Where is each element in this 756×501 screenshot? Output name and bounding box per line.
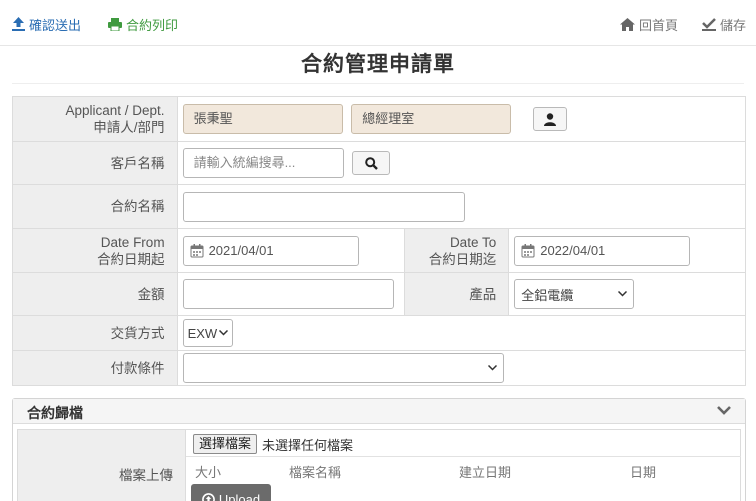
contract-name-cell — [176, 184, 747, 229]
submit-label: 確認送出 — [29, 17, 82, 33]
chevron-down-icon — [487, 365, 497, 371]
applicant-dept-field: 總經理室 — [351, 104, 512, 134]
upload-button[interactable]: Upload — [191, 484, 271, 501]
upload-button-label: Upload — [218, 491, 261, 501]
chevron-down-icon — [218, 330, 228, 336]
applicant-label-en: Applicant / Dept. — [65, 103, 165, 118]
no-file-text: 未選擇任何檔案 — [262, 437, 354, 453]
contract-name-input[interactable] — [182, 191, 465, 222]
product-cell: 全鋁電纜 — [508, 272, 746, 316]
user-icon — [543, 113, 556, 126]
check-icon — [702, 17, 716, 31]
amount-cell — [176, 272, 405, 316]
product-select-value: 全鋁電纜 — [521, 287, 574, 303]
save-button[interactable]: 儲存 — [702, 15, 746, 33]
payment-cell — [176, 350, 747, 386]
file-table-header: 大小 檔案名稱 建立日期 日期 — [186, 456, 741, 480]
date-to-value: 2022/04/01 — [540, 243, 606, 258]
date-to-label-zh: 合約日期迄 — [428, 251, 497, 267]
calendar-icon — [190, 243, 204, 257]
submit-button[interactable]: 確認送出 — [12, 15, 81, 33]
date-from-label-en: Date From — [100, 234, 165, 250]
date-to-label: Date To 合約日期迄 — [403, 228, 510, 273]
archive-panel-header[interactable]: 合約歸檔 — [13, 399, 745, 424]
applicant-label: Applicant / Dept. 申請人/部門 — [12, 96, 178, 142]
customer-search-input[interactable]: 請輸入統編搜尋... — [182, 148, 344, 178]
toolbar: 確認送出 合約列印 回首頁 儲存 — [0, 0, 756, 46]
upload-label-cell: 檔案上傳 — [18, 430, 186, 501]
payment-select[interactable] — [182, 353, 504, 383]
print-button[interactable]: 合約列印 — [108, 15, 178, 33]
product-label: 產品 — [403, 272, 510, 316]
customer-label: 客戶名稱 — [12, 141, 178, 185]
column-header-created: 建立日期 — [459, 465, 512, 480]
column-header-size: 大小 — [195, 465, 222, 480]
chevron-down-icon — [618, 291, 628, 297]
choose-file-button[interactable]: 選擇檔案 — [193, 434, 258, 454]
customer-cell: 請輸入統編搜尋... — [176, 141, 747, 185]
amount-label: 金額 — [12, 272, 178, 316]
archive-panel: 合約歸檔 檔案上傳 選擇檔案 未選擇任何檔案 大小 檔案名稱 建立日期 日期 U… — [12, 398, 746, 501]
delivery-select[interactable]: EXW — [182, 319, 233, 347]
date-to-cell: 2022/04/01 — [508, 228, 746, 273]
home-icon — [620, 17, 635, 31]
column-header-date: 日期 — [630, 465, 657, 480]
select-user-button[interactable] — [532, 107, 567, 131]
applicant-name-field: 張秉聖 — [182, 104, 343, 134]
applicant-label-zh: 申請人/部門 — [93, 120, 165, 135]
calendar-icon — [521, 243, 535, 257]
date-from-value: 2021/04/01 — [208, 243, 274, 258]
date-to-input[interactable]: 2022/04/01 — [514, 235, 691, 266]
search-icon — [364, 157, 378, 170]
file-picker: 選擇檔案 未選擇任何檔案 — [193, 434, 353, 454]
print-label: 合約列印 — [126, 17, 179, 33]
circle-arrow-up-icon — [201, 492, 215, 501]
applicant-cell: 張秉聖 總經理室 — [176, 96, 747, 142]
page-title: 合約管理申請單 — [301, 53, 455, 76]
home-button[interactable]: 回首頁 — [620, 15, 678, 33]
upload-section: 檔案上傳 選擇檔案 未選擇任何檔案 大小 檔案名稱 建立日期 日期 Upload — [17, 429, 741, 501]
chevron-down-icon[interactable] — [717, 406, 731, 415]
delivery-select-value: EXW — [187, 325, 218, 341]
date-from-input[interactable]: 2021/04/01 — [182, 235, 359, 266]
customer-search-button[interactable] — [352, 151, 391, 175]
date-from-label: Date From 合約日期起 — [12, 228, 178, 273]
home-label: 回首頁 — [639, 17, 679, 33]
date-from-cell: 2021/04/01 — [176, 228, 405, 273]
date-to-label-en: Date To — [449, 234, 497, 250]
column-header-filename: 檔案名稱 — [289, 465, 342, 480]
contract-name-label: 合約名稱 — [12, 184, 178, 229]
delivery-cell: EXW — [176, 315, 747, 351]
delivery-label: 交貨方式 — [12, 315, 178, 351]
printer-icon — [108, 17, 122, 31]
archive-panel-title: 合約歸檔 — [27, 405, 83, 421]
upload-label: 檔案上傳 — [119, 468, 173, 483]
title-divider — [12, 83, 744, 84]
date-from-label-zh: 合約日期起 — [97, 251, 165, 267]
save-label: 儲存 — [720, 17, 747, 33]
contract-form: Applicant / Dept. 申請人/部門 張秉聖 總經理室 客戶名稱 請… — [12, 96, 747, 386]
product-select[interactable]: 全鋁電纜 — [514, 279, 635, 309]
amount-input[interactable] — [182, 279, 394, 309]
upload-icon — [12, 17, 25, 31]
payment-label: 付款條件 — [12, 350, 178, 386]
